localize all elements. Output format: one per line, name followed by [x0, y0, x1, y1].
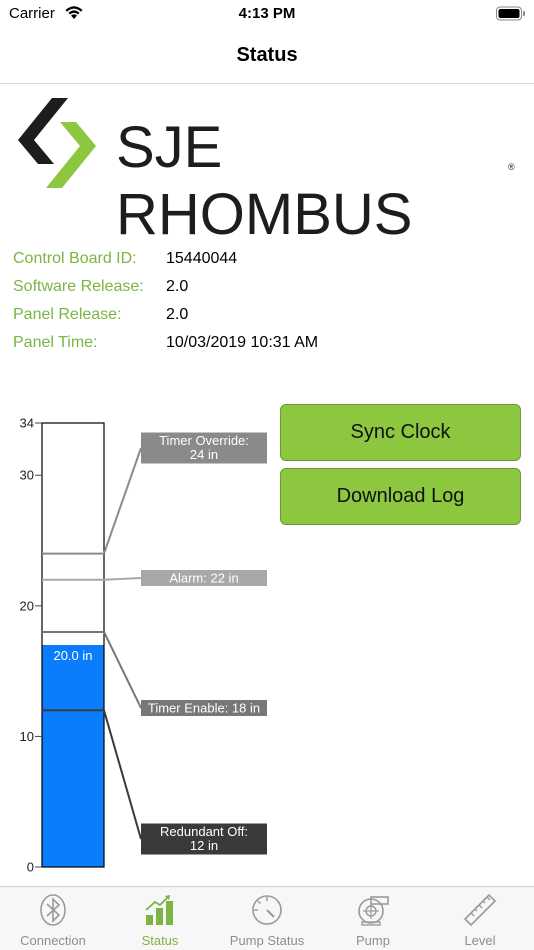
setpoint-connector-2 — [103, 631, 142, 709]
setpoint-connector-3 — [103, 710, 142, 840]
tab-connection[interactable]: Connection — [0, 887, 106, 950]
tab-connection-label: Connection — [20, 933, 86, 948]
battery-icon — [496, 6, 525, 21]
bluetooth-icon — [40, 894, 66, 926]
panel-release-label: Panel Release: — [13, 306, 122, 323]
company-logo: SJE RHOMBUS ® — [16, 98, 526, 247]
bar-chart-icon — [145, 895, 173, 925]
tab-pump-status[interactable]: Pump Status — [214, 887, 320, 950]
setpoint-connector-1 — [103, 577, 142, 581]
page-title: Status — [236, 44, 298, 66]
setpoint-label-0-line-0: Timer Override: — [159, 433, 249, 448]
navigation-bar: Status — [0, 28, 534, 84]
setpoint-label-3-line-0: Redundant Off: — [160, 824, 248, 839]
level-value-label: 20.0 in — [53, 648, 92, 663]
board-info: Control Board ID: 15440044 Software Rele… — [13, 250, 513, 362]
tab-status-label: Status — [141, 933, 179, 948]
tab-pump[interactable]: Pump — [320, 887, 426, 950]
download-log-button[interactable]: Download Log — [280, 468, 521, 525]
software-release-label: Software Release: — [13, 278, 144, 295]
setpoint-connector-0 — [103, 447, 142, 554]
sync-clock-button[interactable]: Sync Clock — [280, 404, 521, 461]
axis-tick-label-34: 34 — [20, 416, 34, 431]
level-fill — [42, 645, 104, 867]
info-row-control-board-id: Control Board ID: 15440044 — [13, 250, 513, 278]
tab-level-label: Level — [464, 933, 496, 948]
control-board-id-value: 15440044 — [166, 250, 238, 267]
setpoint-label-2-line-0: Timer Enable: 18 in — [148, 701, 260, 716]
tab-pump-label: Pump — [356, 933, 390, 948]
clock-label: 4:13 PM — [238, 5, 296, 22]
status-bar: Carrier 4:13 PM — [0, 0, 534, 28]
control-board-id-label: Control Board ID: — [13, 250, 137, 267]
registered-mark: ® — [508, 162, 515, 172]
panel-time-label: Panel Time: — [13, 334, 98, 351]
panel-release-value: 2.0 — [166, 306, 189, 323]
tab-bar: Connection Status Pump Status Pump Level — [0, 886, 534, 950]
axis-tick-label-10: 10 — [20, 729, 34, 744]
info-row-panel-release: Panel Release: 2.0 — [13, 306, 513, 334]
pump-icon — [358, 896, 389, 926]
tab-pump-status-label: Pump Status — [229, 933, 305, 948]
info-row-panel-time: Panel Time: 10/03/2019 10:31 AM — [13, 334, 513, 362]
axis-tick-label-30: 30 — [20, 468, 34, 483]
setpoint-label-1-line-0: Alarm: 22 in — [169, 571, 238, 586]
logo-wordmark: SJE RHOMBUS — [116, 115, 413, 247]
status-screen: Carrier 4:13 PM Status SJE RHOMBUS ® Con… — [0, 0, 534, 950]
axis-tick-label-0: 0 — [27, 860, 34, 875]
setpoint-label-3-line-1: 12 in — [190, 838, 218, 853]
panel-time-value: 10/03/2019 10:31 AM — [166, 334, 319, 351]
tab-level[interactable]: Level — [427, 887, 533, 950]
tab-status[interactable]: Status — [107, 887, 213, 950]
info-row-software-release: Software Release: 2.0 — [13, 278, 513, 306]
gauge-icon — [252, 895, 282, 925]
level-gauge: 20.0 in 0 10 20 30 34 Timer Override:24 in Alar… — [20, 416, 267, 875]
ruler-icon — [463, 893, 497, 927]
axis-tick-label-20: 20 — [20, 598, 34, 613]
software-release-value: 2.0 — [166, 278, 189, 295]
setpoint-label-0-line-1: 24 in — [190, 447, 218, 462]
rhombus-logo-mark-icon — [18, 98, 96, 188]
